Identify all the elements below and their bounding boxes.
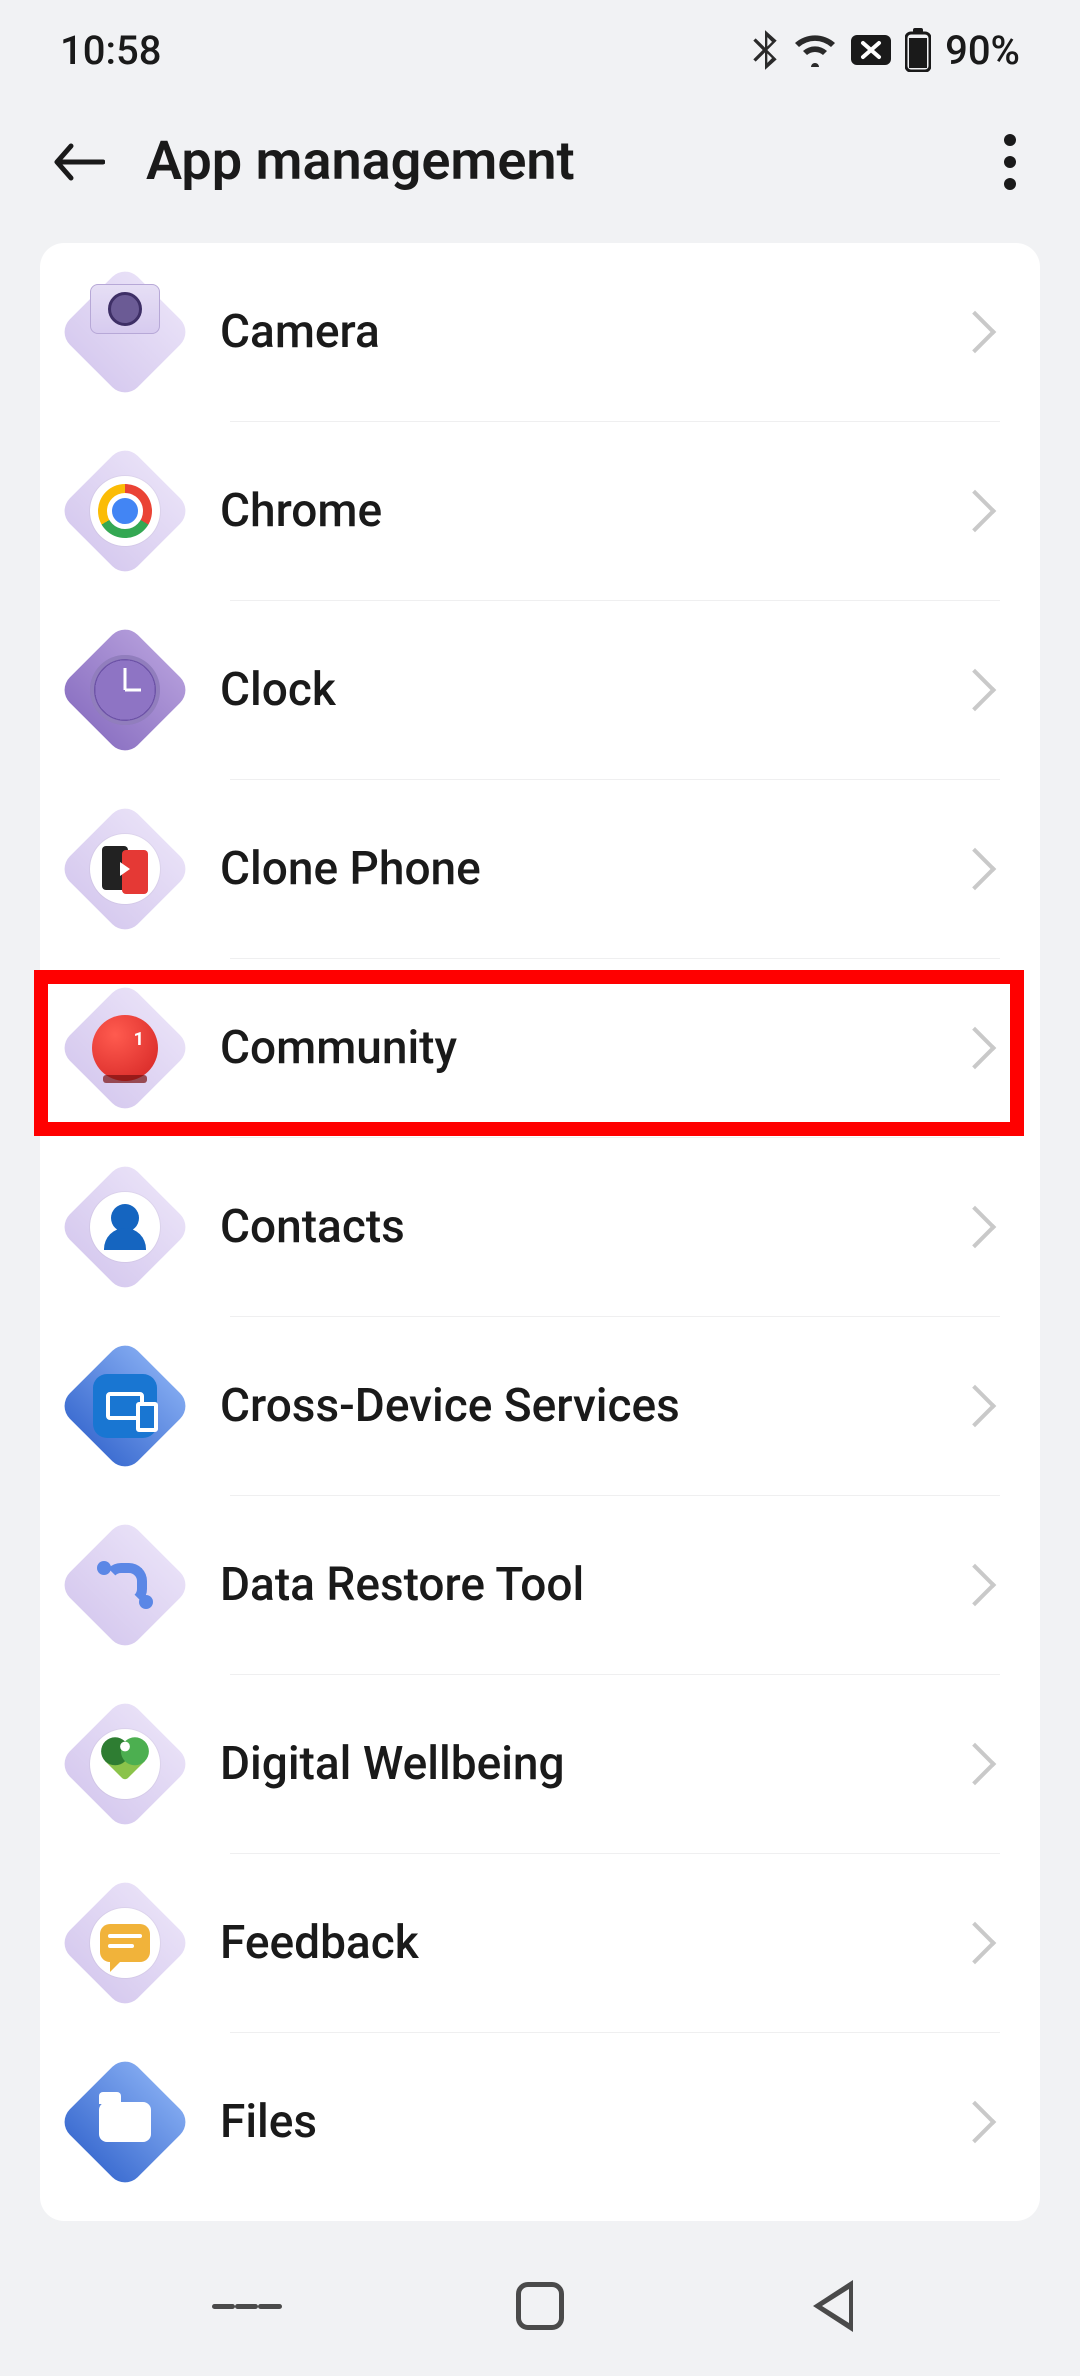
app-label: Data Restore Tool [220, 1558, 960, 1612]
nav-back-button[interactable] [798, 2271, 868, 2341]
app-list-card: Camera Chrome Clock Clone Phone [40, 243, 1040, 2221]
chevron-right-icon [954, 669, 996, 711]
app-row-chrome[interactable]: Chrome [40, 422, 1040, 600]
app-icon-contacts [70, 1179, 180, 1275]
app-label: Feedback [220, 1916, 960, 1970]
app-label: Digital Wellbeing [220, 1737, 960, 1791]
nav-recent-button[interactable] [212, 2271, 282, 2341]
battery-percentage: 90% [945, 27, 1020, 74]
chevron-right-icon [954, 1564, 996, 1606]
app-icon-camera [70, 284, 180, 380]
status-time: 10:58 [60, 27, 161, 74]
app-row-feedback[interactable]: Feedback [40, 1854, 1040, 2032]
app-icon-clock [70, 642, 180, 738]
status-bar: 10:58 90% [0, 0, 1080, 100]
bluetooth-icon [751, 30, 779, 70]
app-row-contacts[interactable]: Contacts [40, 1138, 1040, 1316]
app-label: Cross-Device Services [220, 1379, 960, 1433]
chevron-right-icon [954, 1385, 996, 1427]
chevron-right-icon [954, 311, 996, 353]
wifi-icon [793, 33, 837, 67]
chevron-right-icon [954, 1922, 996, 1964]
app-row-community[interactable]: 1 Community [40, 959, 1040, 1137]
app-row-data-restore-tool[interactable]: Data Restore Tool [40, 1496, 1040, 1674]
app-icon-feedback [70, 1895, 180, 1991]
status-right: 90% [751, 27, 1020, 74]
back-button[interactable] [50, 134, 106, 190]
app-label: Camera [220, 305, 960, 359]
navigation-bar [0, 2236, 1080, 2376]
app-icon-wellbeing [70, 1716, 180, 1812]
chevron-right-icon [954, 2101, 996, 2143]
header: App management [0, 100, 1080, 243]
app-label: Contacts [220, 1200, 960, 1254]
data-off-icon [851, 35, 891, 65]
page-title: App management [146, 130, 575, 193]
app-icon-cross-device [70, 1358, 180, 1454]
app-label: Community [220, 1021, 960, 1075]
app-row-digital-wellbeing[interactable]: Digital Wellbeing [40, 1675, 1040, 1853]
chevron-right-icon [954, 490, 996, 532]
app-row-cross-device-services[interactable]: Cross-Device Services [40, 1317, 1040, 1495]
app-label: Clock [220, 663, 960, 717]
more-menu-button[interactable] [990, 134, 1030, 190]
app-label: Clone Phone [220, 842, 960, 896]
app-icon-files [70, 2074, 180, 2170]
app-icon-chrome [70, 463, 180, 559]
chevron-right-icon [954, 848, 996, 890]
app-row-clock[interactable]: Clock [40, 601, 1040, 779]
app-icon-community: 1 [70, 1000, 180, 1096]
chevron-right-icon [954, 1743, 996, 1785]
app-label: Chrome [220, 484, 960, 538]
nav-home-button[interactable] [505, 2271, 575, 2341]
app-row-camera[interactable]: Camera [40, 243, 1040, 421]
app-label: Files [220, 2095, 960, 2149]
app-row-clone-phone[interactable]: Clone Phone [40, 780, 1040, 958]
battery-icon [905, 28, 931, 72]
app-icon-data-restore [70, 1537, 180, 1633]
chevron-right-icon [954, 1206, 996, 1248]
app-row-files[interactable]: Files [40, 2033, 1040, 2211]
app-icon-clone-phone [70, 821, 180, 917]
chevron-right-icon [954, 1027, 996, 1069]
